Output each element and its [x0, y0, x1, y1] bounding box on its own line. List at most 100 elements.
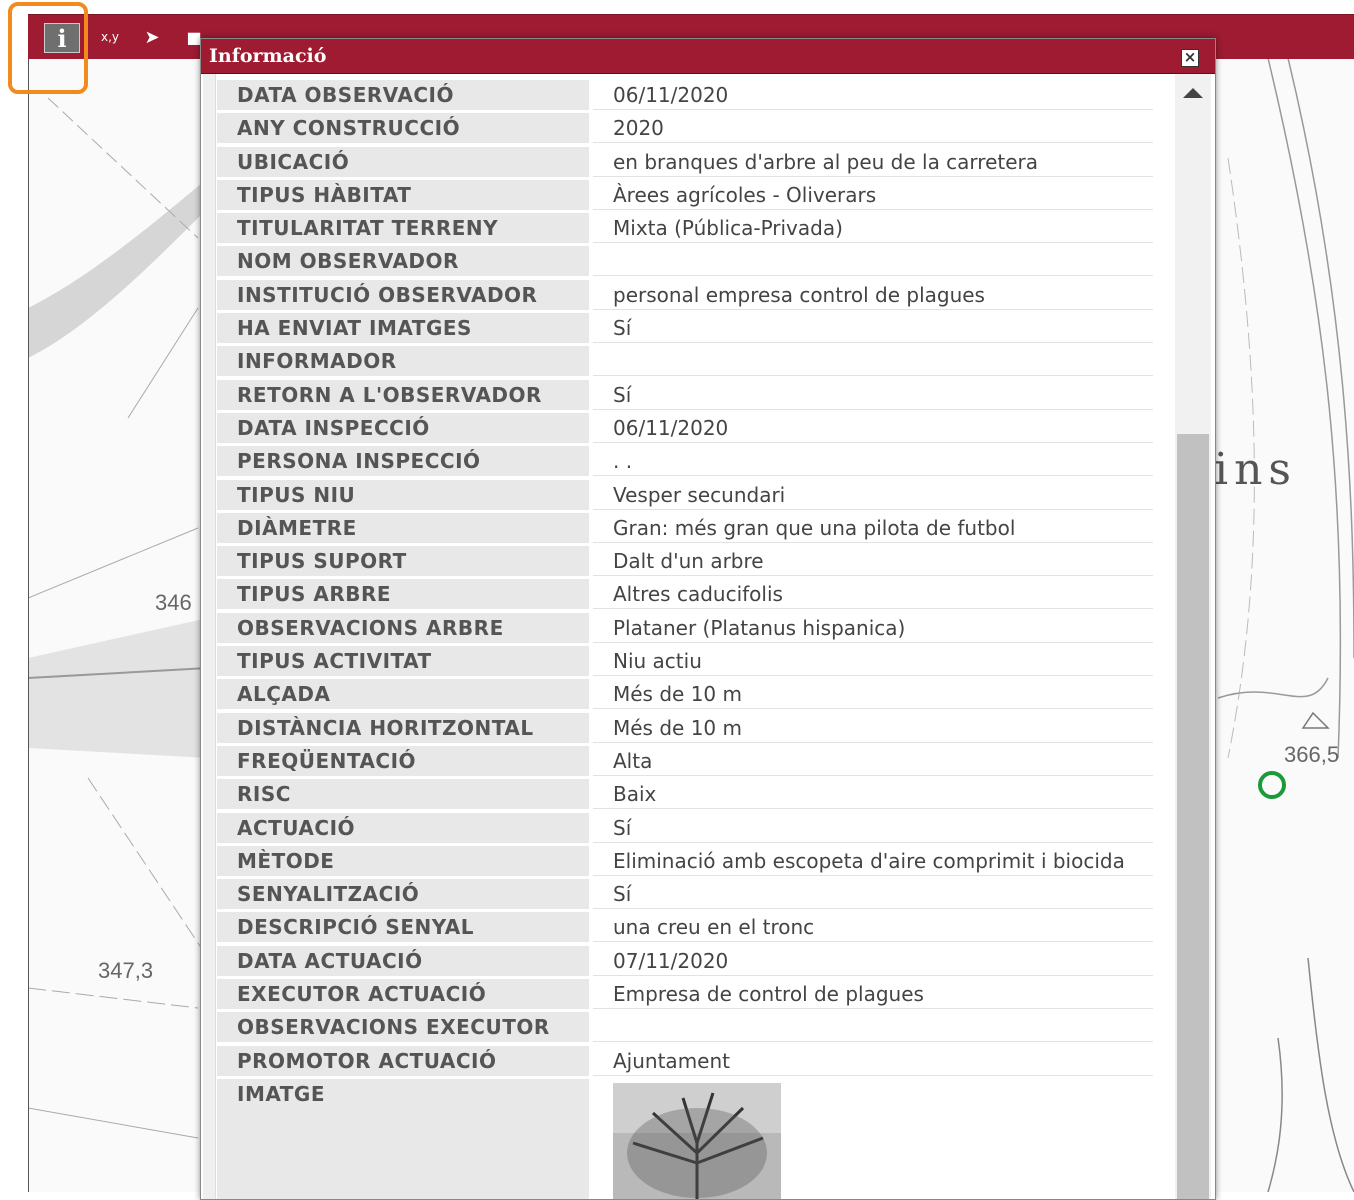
scroll-up-arrow-icon[interactable]	[1183, 88, 1203, 98]
field-value	[593, 246, 1153, 277]
field-value: Altres caducifolis	[593, 579, 1153, 610]
field-label: NOM OBSERVADOR	[217, 246, 589, 277]
field-label: ACTUACIÓ	[217, 812, 589, 843]
info-tool-highlight	[8, 2, 88, 94]
field-label: DATA INSPECCIÓ	[217, 412, 589, 443]
field-label: DESCRIPCIÓ SENYAL	[217, 912, 589, 943]
scroll-thumb[interactable]	[1177, 434, 1209, 1199]
coordinates-tool-button[interactable]: x,y	[98, 23, 122, 51]
field-value: . .	[593, 446, 1153, 477]
table-row: EXECUTOR ACTUACIÓ Empresa de control de p…	[217, 979, 1155, 1012]
table-row: DATA OBSERVACIÓ 06/11/2020	[217, 80, 1155, 113]
field-label: RETORN A L'OBSERVADOR	[217, 379, 589, 410]
info-dialog: Informació × DATA OBSERVACIÓ 06/11/2020 AN…	[200, 38, 1216, 1200]
field-label: TIPUS NIU	[217, 479, 589, 510]
table-row: OBSERVACIONS ARBRE Plataner (Platanus his…	[217, 612, 1155, 646]
select-tool-button[interactable]: ➤	[136, 23, 168, 51]
dialog-titlebar[interactable]: Informació ×	[201, 39, 1215, 74]
map-marker[interactable]	[1258, 771, 1286, 799]
field-label: FREQÜENTACIÓ	[217, 745, 589, 776]
field-value: una creu en el tronc	[593, 912, 1153, 943]
field-value: Dalt d'un arbre	[593, 546, 1153, 577]
field-value: Plataner (Platanus hispanica)	[593, 613, 1153, 643]
dialog-left-edge	[203, 74, 216, 1199]
table-row: TIPUS NIU Vesper secundari	[217, 479, 1155, 513]
map-border	[28, 14, 29, 1192]
table-row: DATA INSPECCIÓ 06/11/2020	[217, 412, 1155, 446]
field-value: Alta	[593, 746, 1153, 776]
field-value: Sí	[593, 380, 1153, 410]
table-row: INFORMADOR	[217, 346, 1155, 379]
table-row: NOM OBSERVADOR	[217, 246, 1155, 279]
field-value: 06/11/2020	[593, 413, 1153, 443]
dialog-title: Informació	[209, 45, 327, 67]
field-value: Més de 10 m	[593, 713, 1153, 743]
field-value: Niu actiu	[593, 646, 1153, 677]
table-row: PERSONA INSPECCIÓ. .	[217, 446, 1155, 479]
field-label: SENYALITZACIÓ	[217, 879, 589, 910]
field-label: PROMOTOR ACTUACIÓ	[217, 1045, 589, 1076]
map-place-label: ins	[1214, 444, 1297, 495]
map-elevation-label: 347,3	[98, 958, 154, 983]
table-row: DATA ACTUACIÓ 07/11/2020	[217, 945, 1155, 979]
table-row: UBICACIÓ en branques d'arbre al peu de la…	[217, 146, 1155, 180]
field-value: 07/11/2020	[593, 946, 1153, 976]
table-row: HA ENVIAT IMATGES Sí	[217, 313, 1155, 346]
cursor-icon: ➤	[144, 26, 160, 48]
field-value	[593, 346, 1153, 377]
field-label: UBICACIÓ	[217, 146, 589, 177]
table-row: RETORN A L'OBSERVADOR Sí	[217, 379, 1155, 413]
close-icon: ×	[1183, 48, 1197, 66]
field-label: ALÇADA	[217, 679, 589, 710]
field-label: TIPUS HÀBITAT	[217, 179, 589, 210]
table-row: ACTUACIÓ Sí	[217, 812, 1155, 846]
table-row: MÈTODE Eliminació amb escopeta d'aire com…	[217, 845, 1155, 879]
table-row: ALÇADA Més de 10 m	[217, 679, 1155, 712]
field-label: DISTÀNCIA HORITZONTAL	[217, 712, 589, 743]
field-label: HA ENVIAT IMATGES	[217, 313, 589, 344]
table-row: DESCRIPCIÓ SENYAL una creu en el tronc	[217, 912, 1155, 945]
field-label: OBSERVACIONS ARBRE	[217, 612, 589, 643]
map-elevation-label: 346	[155, 590, 192, 615]
field-value: Àrees agrícoles - Oliverars	[593, 180, 1153, 210]
table-row: FREQÜENTACIÓ Alta	[217, 745, 1155, 779]
field-value: personal empresa control de plagues	[593, 280, 1153, 310]
table-row: TIPUS HÀBITAT Àrees agrícoles - Oliverars	[217, 179, 1155, 213]
field-label: OBSERVACIONS EXECUTOR	[217, 1012, 589, 1043]
table-row: PROMOTOR ACTUACIÓ Ajuntament	[217, 1045, 1155, 1079]
table-row: DISTÀNCIA HORITZONTAL Més de 10 m	[217, 712, 1155, 746]
table-row-image: IMATGE	[217, 1078, 1155, 1199]
top-margin	[0, 0, 1354, 14]
field-value: Vesper secundari	[593, 480, 1153, 510]
field-label: EXECUTOR ACTUACIÓ	[217, 979, 589, 1010]
field-label: MÈTODE	[217, 845, 589, 876]
field-label: INFORMADOR	[217, 346, 589, 377]
field-label: PERSONA INSPECCIÓ	[217, 446, 589, 477]
table-row: TIPUS ACTIVITAT Niu actiu	[217, 646, 1155, 679]
table-row: RISC Baix	[217, 779, 1155, 812]
dialog-body: DATA OBSERVACIÓ 06/11/2020 ANY CONSTRUCCIÓ…	[201, 74, 1215, 1199]
map-elevation-label: 366,5	[1284, 742, 1340, 767]
table-row: DIÀMETRE Gran: més gran que una pilota de…	[217, 512, 1155, 546]
table-row: SENYALITZACIÓ Sí	[217, 879, 1155, 912]
table-row: INSTITUCIÓ OBSERVADOR personal empresa co…	[217, 279, 1155, 313]
field-label: DATA OBSERVACIÓ	[217, 80, 589, 110]
field-label: INSTITUCIÓ OBSERVADOR	[217, 279, 589, 310]
table-row: OBSERVACIONS EXECUTOR	[217, 1012, 1155, 1045]
nest-photo-thumbnail[interactable]	[613, 1082, 781, 1199]
table-row: ANY CONSTRUCCIÓ 2020	[217, 113, 1155, 146]
field-label: ANY CONSTRUCCIÓ	[217, 113, 589, 144]
field-value	[593, 1079, 1153, 1199]
field-value: Més de 10 m	[593, 679, 1153, 710]
field-value: Gran: més gran que una pilota de futbol	[593, 513, 1153, 543]
field-label: RISC	[217, 779, 589, 810]
field-value: 06/11/2020	[593, 80, 1153, 110]
field-label: DATA ACTUACIÓ	[217, 945, 589, 976]
vertical-scrollbar[interactable]	[1175, 74, 1211, 1199]
close-button[interactable]: ×	[1181, 49, 1199, 67]
field-label: TIPUS ACTIVITAT	[217, 646, 589, 677]
table-row: TITULARITAT TERRENY Mixta (Pública-Privad…	[217, 213, 1155, 246]
field-value	[593, 1012, 1153, 1043]
field-value: en branques d'arbre al peu de la carrete…	[593, 147, 1153, 177]
field-value: Sí	[593, 313, 1153, 344]
